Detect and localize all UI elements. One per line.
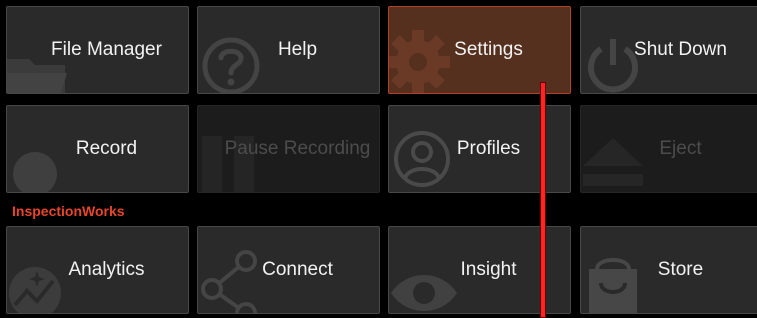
help-label: Help bbox=[277, 39, 318, 60]
pause-recording-label: Pause Recording bbox=[224, 138, 371, 159]
record-button[interactable]: Record bbox=[6, 105, 189, 193]
pause-recording-button[interactable]: Pause Recording bbox=[197, 105, 380, 193]
section-title: InspectionWorks bbox=[12, 203, 125, 219]
help-button[interactable]: Help bbox=[197, 6, 380, 94]
settings-button[interactable]: Settings bbox=[388, 6, 571, 94]
shut-down-button[interactable]: Shut Down bbox=[580, 6, 757, 94]
analytics-button[interactable]: Analytics bbox=[6, 226, 189, 314]
record-label: Record bbox=[75, 138, 138, 159]
store-button[interactable]: Store bbox=[580, 226, 757, 314]
shut-down-label: Shut Down bbox=[634, 39, 727, 60]
file-manager-label: File Manager bbox=[51, 39, 162, 60]
analytics-label: Analytics bbox=[68, 259, 145, 280]
store-label: Store bbox=[657, 259, 704, 280]
settings-label: Settings bbox=[454, 39, 523, 60]
eject-label: Eject bbox=[659, 138, 702, 159]
connect-button[interactable]: Connect bbox=[197, 226, 380, 314]
pointer-line bbox=[540, 82, 546, 318]
eject-button[interactable]: Eject bbox=[580, 105, 757, 193]
file-manager-button[interactable]: File Manager bbox=[6, 6, 189, 94]
connect-label: Connect bbox=[262, 259, 333, 280]
